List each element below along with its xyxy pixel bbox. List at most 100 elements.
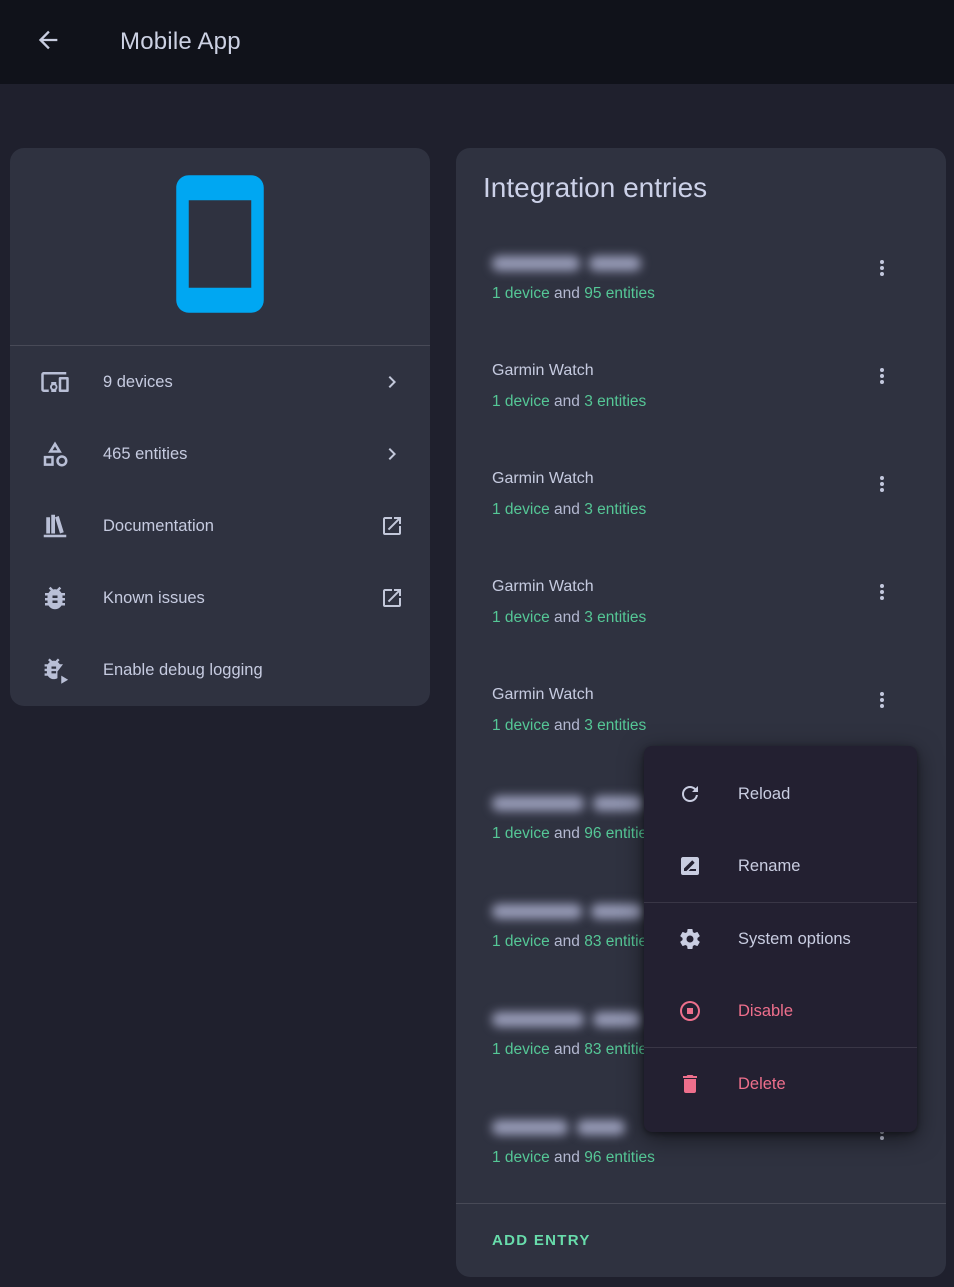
entry-name: Garmin Watch (492, 577, 870, 597)
entry-subtitle-separator: and (550, 609, 584, 626)
entry-entities-link[interactable]: 3 entities (584, 393, 646, 410)
menu-item-label: Disable (738, 1002, 793, 1021)
entry-subtitle: 1 device and 3 entities (492, 716, 870, 736)
entry-subtitle-separator: and (550, 1149, 584, 1166)
entry-text: 1 device and 95 entities (492, 253, 870, 304)
entry-subtitle-separator: and (550, 825, 584, 842)
entries-card-title: Integration entries (456, 148, 946, 231)
integration-entry-row: Garmin Watch 1 device and 3 entities (456, 555, 946, 663)
dots-vertical-icon (870, 591, 894, 608)
info-link-label: 9 devices (103, 373, 380, 392)
info-link-465-entities[interactable]: 465 entities (10, 418, 430, 490)
info-link-label: Documentation (103, 517, 380, 536)
dots-vertical-icon (870, 699, 894, 716)
integration-entry-row: Garmin Watch 1 device and 3 entities (456, 447, 946, 555)
entry-name-text: Garmin Watch (492, 470, 594, 487)
entry-entities-link[interactable]: 3 entities (584, 501, 646, 518)
entry-subtitle: 1 device and 3 entities (492, 392, 870, 412)
entry-device-link[interactable]: 1 device (492, 501, 550, 518)
open-in-new-icon (380, 514, 404, 538)
entry-subtitle: 1 device and 3 entities (492, 608, 870, 628)
shapes-icon (40, 439, 70, 469)
entry-subtitle: 1 device and 96 entities (492, 1148, 870, 1168)
redacted-name-blob (589, 256, 641, 271)
entry-subtitle: 1 device and 3 entities (492, 500, 870, 520)
menu-item-label: System options (738, 930, 851, 949)
entry-device-link[interactable]: 1 device (492, 285, 550, 302)
entry-device-link[interactable]: 1 device (492, 393, 550, 410)
stop-circle-icon (678, 999, 702, 1023)
menu-item-rename[interactable]: Rename (644, 830, 917, 902)
entry-device-link[interactable]: 1 device (492, 717, 550, 734)
entry-text: Garmin Watch 1 device and 3 entities (492, 361, 870, 412)
entry-name: Garmin Watch (492, 469, 870, 489)
app-bar: Mobile App (0, 0, 954, 84)
info-links: 9 devices 465 entities Documentation Kno… (10, 346, 430, 706)
entry-device-link[interactable]: 1 device (492, 825, 550, 842)
entry-context-menu: Reload Rename System options Disable Del… (644, 746, 917, 1132)
reload-icon (678, 782, 702, 806)
devices-icon (40, 367, 70, 397)
page-title: Mobile App (120, 28, 241, 56)
info-link-enable-debug-logging[interactable]: Enable debug logging (10, 634, 430, 706)
entry-name: Garmin Watch (492, 361, 870, 381)
entry-name-text: Garmin Watch (492, 578, 594, 595)
entry-device-link[interactable]: 1 device (492, 1041, 550, 1058)
dots-vertical-icon (870, 483, 894, 500)
entry-subtitle-separator: and (550, 933, 584, 950)
info-link-known-issues[interactable]: Known issues (10, 562, 430, 634)
dots-vertical-icon (870, 375, 894, 392)
entry-text: Garmin Watch 1 device and 3 entities (492, 577, 870, 628)
entry-menu-button[interactable] (870, 472, 894, 496)
info-link-9-devices[interactable]: 9 devices (10, 346, 430, 418)
entry-entities-link[interactable]: 96 entities (584, 1149, 655, 1166)
integration-info-card: 9 devices 465 entities Documentation Kno… (10, 148, 430, 706)
entry-name-text: Garmin Watch (492, 686, 594, 703)
redacted-name-blob (492, 796, 584, 811)
entry-text: Garmin Watch 1 device and 3 entities (492, 469, 870, 520)
bookshelf-icon (40, 511, 70, 541)
open-in-new-icon (380, 586, 404, 610)
entry-menu-button[interactable] (870, 256, 894, 280)
entry-entities-link[interactable]: 95 entities (584, 285, 655, 302)
entry-text: Garmin Watch 1 device and 3 entities (492, 685, 870, 736)
menu-item-disable[interactable]: Disable (644, 975, 917, 1047)
entry-subtitle-separator: and (550, 501, 584, 518)
entry-menu-button[interactable] (870, 580, 894, 604)
cog-icon (678, 927, 702, 951)
entry-menu-button[interactable] (870, 688, 894, 712)
entry-subtitle-separator: and (550, 393, 584, 410)
entry-menu-button[interactable] (870, 364, 894, 388)
info-link-label: Known issues (103, 589, 380, 608)
entry-subtitle-separator: and (550, 285, 584, 302)
menu-item-reload[interactable]: Reload (644, 758, 917, 830)
back-button[interactable] (32, 26, 64, 58)
redacted-name-blob (492, 904, 582, 919)
entry-name (492, 253, 870, 273)
entries-card-footer: ADD ENTRY (456, 1203, 946, 1277)
menu-item-delete[interactable]: Delete (644, 1048, 917, 1120)
menu-item-system-options[interactable]: System options (644, 903, 917, 975)
bug-play-icon (40, 655, 70, 685)
integration-entry-row: 1 device and 95 entities (456, 231, 946, 339)
entry-entities-link[interactable]: 3 entities (584, 609, 646, 626)
info-link-label: 465 entities (103, 445, 380, 464)
integration-entry-row: Garmin Watch 1 device and 3 entities (456, 339, 946, 447)
entry-device-link[interactable]: 1 device (492, 933, 550, 950)
info-link-label: Enable debug logging (103, 661, 404, 680)
arrow-left-icon (34, 26, 62, 59)
info-link-documentation[interactable]: Documentation (10, 490, 430, 562)
entry-name: Garmin Watch (492, 685, 870, 705)
entry-device-link[interactable]: 1 device (492, 1149, 550, 1166)
entry-name-text: Garmin Watch (492, 362, 594, 379)
add-entry-button[interactable]: ADD ENTRY (492, 1232, 591, 1249)
dots-vertical-icon (870, 267, 894, 284)
entry-subtitle-separator: and (550, 717, 584, 734)
entry-device-link[interactable]: 1 device (492, 609, 550, 626)
entry-entities-link[interactable]: 3 entities (584, 717, 646, 734)
chevron-right-icon (380, 442, 404, 466)
entry-subtitle-separator: and (550, 1041, 584, 1058)
dots-vertical-icon (870, 1131, 894, 1148)
menu-item-label: Rename (738, 857, 800, 876)
delete-icon (678, 1072, 702, 1096)
